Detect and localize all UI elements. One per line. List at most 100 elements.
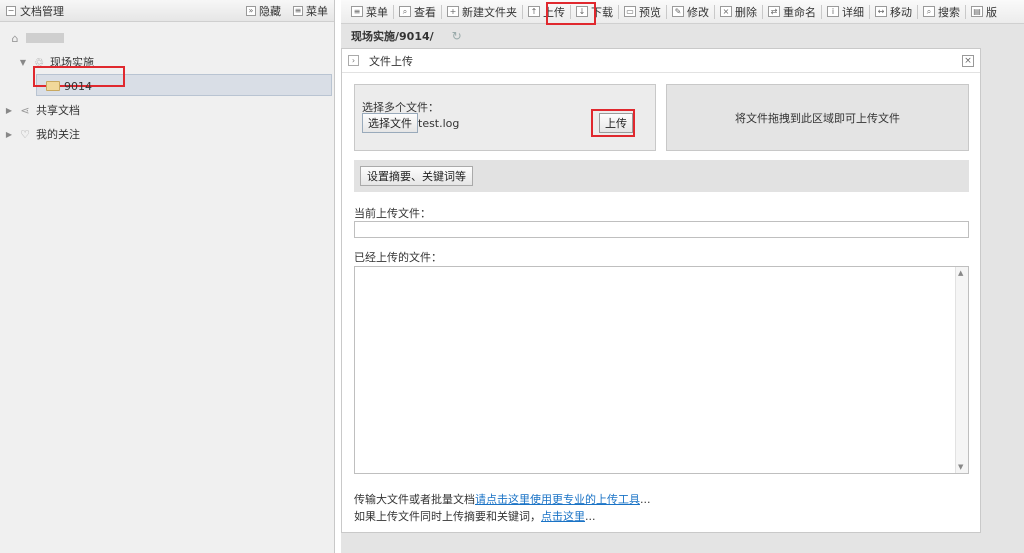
current-upload-field[interactable] bbox=[354, 221, 969, 238]
click-here-link[interactable]: 点击这里 bbox=[541, 510, 585, 523]
scroll-up-icon[interactable]: ▲ bbox=[958, 269, 963, 277]
toolbar-button-new-folder[interactable]: + 新建文件夹 bbox=[443, 2, 521, 22]
expand-arrow-icon[interactable]: ▶ bbox=[4, 130, 14, 139]
uploaded-files-list[interactable]: ▲ ▼ bbox=[354, 266, 969, 474]
toolbar-button-delete[interactable]: × 删除 bbox=[716, 2, 761, 22]
toolbar-button-version[interactable]: ▤ 版 bbox=[967, 2, 1001, 22]
detail-icon: i bbox=[827, 6, 839, 17]
toolbar-separator bbox=[666, 4, 667, 19]
choose-file-button[interactable]: 选择文件 bbox=[362, 113, 418, 133]
pro-upload-tool-link[interactable]: 请点击这里使用更专业的上传工具 bbox=[475, 493, 640, 506]
footer-line-1-prefix: 传输大文件或者批量文档 bbox=[354, 493, 475, 506]
root-label-redacted bbox=[26, 33, 64, 43]
folder-icon bbox=[46, 81, 60, 91]
panel-menu-button[interactable]: ≡ 菜单 bbox=[293, 3, 328, 19]
highlight-box-upload-button bbox=[591, 109, 635, 137]
scroll-down-icon[interactable]: ▼ bbox=[958, 463, 963, 471]
hide-label: 隐藏 bbox=[259, 4, 281, 18]
current-upload-label: 当前上传文件： bbox=[354, 207, 431, 220]
refresh-icon[interactable]: ↻ bbox=[452, 29, 462, 43]
meta-bar: 设置摘要、关键词等 bbox=[354, 160, 969, 192]
toolbar-label: 版 bbox=[986, 5, 997, 19]
folder-tree: ⌂ ▼ ♲ 现场实施 9014 ▶ ⋖ 共享文档 ▶ ♡ 我的关注 bbox=[0, 22, 334, 146]
highlight-box-upload bbox=[546, 2, 596, 25]
footer-line-1-suffix: ... bbox=[640, 493, 651, 506]
tree-item-shared-label: 共享文档 bbox=[36, 104, 80, 117]
uploaded-files-label: 已经上传的文件： bbox=[354, 251, 442, 264]
toolbar-separator bbox=[917, 4, 918, 19]
menu-icon: ≡ bbox=[351, 6, 363, 17]
toolbar-separator bbox=[441, 4, 442, 19]
toolbar-button-move[interactable]: ↔ 移动 bbox=[871, 2, 916, 22]
tree-root[interactable]: ⌂ bbox=[0, 26, 334, 50]
hide-icon: » bbox=[246, 5, 256, 16]
path-bar: 现场实施/9014/ ↻ bbox=[341, 24, 1024, 48]
set-summary-keywords-button[interactable]: 设置摘要、关键词等 bbox=[360, 166, 473, 186]
expand-arrow-icon[interactable]: ▶ bbox=[4, 106, 14, 115]
share-icon: ⋖ bbox=[20, 103, 30, 117]
upload-icon: ↑ bbox=[528, 6, 540, 17]
toolbar-label: 删除 bbox=[735, 5, 757, 19]
toolbar-button-edit[interactable]: ✎ 修改 bbox=[668, 2, 713, 22]
toolbar-separator bbox=[965, 4, 966, 19]
toolbar-button-menu[interactable]: ≡ 菜单 bbox=[347, 2, 392, 22]
tree-item-favorites-label: 我的关注 bbox=[36, 128, 80, 141]
drop-zone[interactable]: 将文件拖拽到此区域即可上传文件 bbox=[666, 84, 969, 151]
upload-dialog: › 文件上传 × 选择多个文件： 选择文件 test.log 上传 将文件拖拽到… bbox=[341, 48, 981, 533]
toolbar-label: 移动 bbox=[890, 5, 912, 19]
toolbar-button-detail[interactable]: i 详细 bbox=[823, 2, 868, 22]
expand-arrow-icon[interactable]: ▼ bbox=[18, 58, 28, 67]
toolbar-separator bbox=[821, 4, 822, 19]
new-folder-icon: + bbox=[447, 6, 459, 17]
version-icon: ▤ bbox=[971, 6, 983, 17]
toolbar-button-preview[interactable]: ▭ 预览 bbox=[620, 2, 665, 22]
move-icon: ↔ bbox=[875, 6, 887, 17]
collapse-icon[interactable]: − bbox=[6, 5, 16, 16]
footer-line-1: 传输大文件或者批量文档请点击这里使用更专业的上传工具... bbox=[354, 491, 651, 507]
menu-icon: ≡ bbox=[293, 5, 303, 16]
close-icon[interactable]: × bbox=[962, 54, 974, 67]
toolbar-button-search[interactable]: ⌕ 搜索 bbox=[919, 2, 964, 22]
toolbar-label: 修改 bbox=[687, 5, 709, 19]
panel-menu-label: 菜单 bbox=[306, 4, 328, 18]
hide-button[interactable]: » 隐藏 bbox=[246, 3, 281, 19]
delete-icon: × bbox=[720, 6, 732, 17]
home-icon: ⌂ bbox=[11, 31, 19, 45]
toolbar-label: 预览 bbox=[639, 5, 661, 19]
footer-line-2: 如果上传文件同时上传摘要和关键词，点击这里... bbox=[354, 508, 596, 524]
toolbar-label: 重命名 bbox=[783, 5, 816, 19]
panel-title-text: 文档管理 bbox=[20, 4, 64, 18]
file-select-box: 选择多个文件： 选择文件 test.log 上传 bbox=[354, 84, 656, 151]
rename-icon: ⇄ bbox=[768, 6, 780, 17]
tree-item-favorites[interactable]: ▶ ♡ 我的关注 bbox=[0, 122, 334, 146]
selected-file-name: test.log bbox=[418, 117, 460, 130]
expand-icon[interactable]: › bbox=[348, 55, 359, 66]
search-icon: ⌕ bbox=[923, 6, 935, 17]
dialog-title-bar: › 文件上传 × bbox=[342, 49, 980, 73]
edit-icon: ✎ bbox=[672, 6, 684, 17]
toolbar-label: 详细 bbox=[842, 5, 864, 19]
vertical-scrollbar[interactable]: ▲ ▼ bbox=[955, 267, 968, 473]
toolbar-label: 菜单 bbox=[366, 5, 388, 19]
view-icon: ⌕ bbox=[399, 6, 411, 17]
drop-hint: 将文件拖拽到此区域即可上传文件 bbox=[735, 111, 900, 125]
toolbar-label: 搜索 bbox=[938, 5, 960, 19]
toolbar-button-view[interactable]: ⌕ 查看 bbox=[395, 2, 440, 22]
toolbar-separator bbox=[618, 4, 619, 19]
toolbar-separator bbox=[714, 4, 715, 19]
heart-icon: ♡ bbox=[20, 127, 30, 141]
toolbar: ≡ 菜单 ⌕ 查看 + 新建文件夹 ↑ 上传 ↓ 下载 ▭ 预览 ✎ 修改 × 删除 ⇄ 重命名 i 详细 ↔ 移动 ⌕ 搜索… bbox=[341, 0, 1024, 24]
tree-item-shared[interactable]: ▶ ⋖ 共享文档 bbox=[0, 98, 334, 122]
left-panel-header: − 文档管理 » 隐藏 ≡ 菜单 bbox=[0, 0, 334, 22]
dialog-title: 文件上传 bbox=[369, 54, 413, 68]
current-path: 现场实施/9014/ bbox=[351, 30, 434, 43]
panel-title: − 文档管理 bbox=[6, 3, 234, 19]
tree-item-folder-label: 9014 bbox=[64, 79, 92, 93]
footer-line-2-suffix: ... bbox=[585, 510, 596, 523]
preview-icon: ▭ bbox=[624, 6, 636, 17]
toolbar-label: 查看 bbox=[414, 5, 436, 19]
toolbar-label: 新建文件夹 bbox=[462, 5, 517, 19]
footer-line-2-prefix: 如果上传文件同时上传摘要和关键词， bbox=[354, 510, 541, 523]
toolbar-button-rename[interactable]: ⇄ 重命名 bbox=[764, 2, 820, 22]
left-panel: − 文档管理 » 隐藏 ≡ 菜单 ⌂ ▼ ♲ 现场实施 9014 ▶ ⋖ 共享文… bbox=[0, 0, 335, 553]
